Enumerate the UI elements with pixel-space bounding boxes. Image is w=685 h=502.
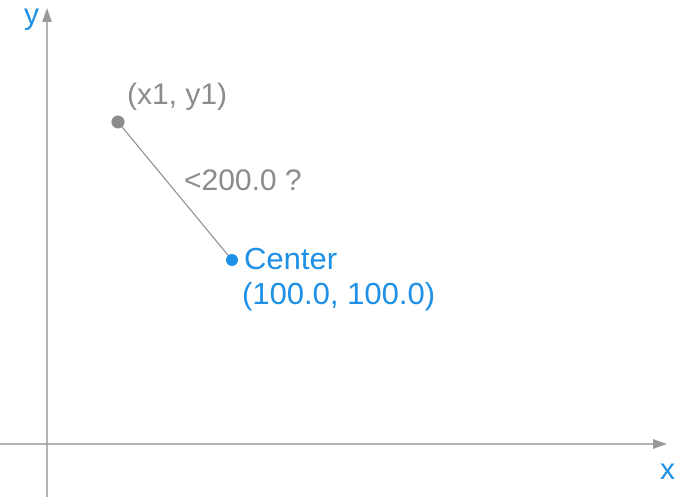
point-x1-y1-label: (x1, y1) [127,78,228,111]
coordinate-diagram: y x (x1, y1) <200.0 ? Center (100.0, 100… [0,0,685,497]
x-axis-label: x [660,453,675,486]
point-x1-y1 [111,115,125,129]
y-axis-label: y [24,0,39,31]
x-axis-arrowhead [653,439,667,449]
center-label: Center [244,241,338,276]
distance-label: <200.0 ? [184,164,302,197]
center-point [226,254,238,266]
center-coords-label: (100.0, 100.0) [242,276,436,311]
y-axis-arrowhead [42,8,52,22]
